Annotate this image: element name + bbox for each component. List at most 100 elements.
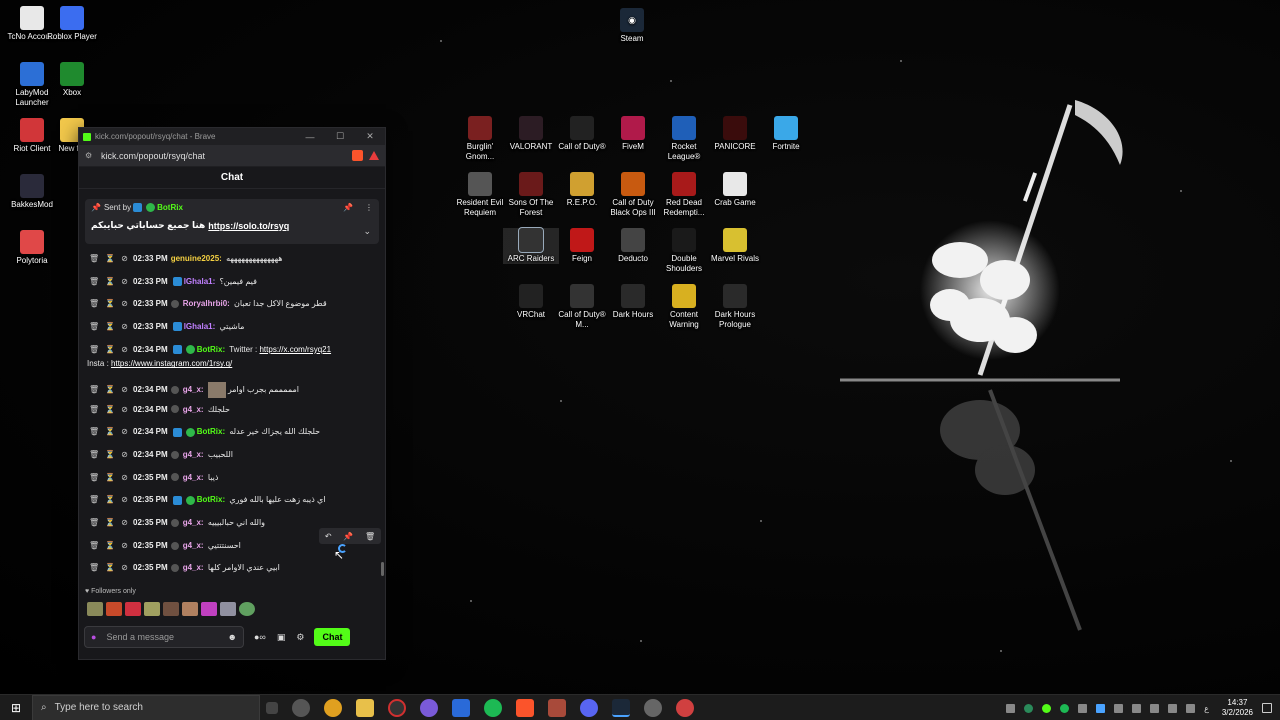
taskbar[interactable]: ⊞ ⌕ Type here to search ع 14:37 3/2/2026 (0, 694, 1280, 720)
moderation-icons[interactable]: 🗑⏳⊘ (89, 518, 133, 527)
message-username[interactable]: g4_x: (183, 563, 204, 572)
app-icon[interactable] (548, 698, 566, 717)
desktop-icon[interactable]: Content Warning (656, 284, 712, 330)
chat-message[interactable]: 🗑⏳⊘02:33 PM Roryalhrbi0: قطر موضوع الاكل … (89, 299, 379, 308)
chat-message[interactable]: 🗑⏳⊘02:34 PM g4_x: اللحبيب (89, 450, 379, 459)
desktop-icon[interactable]: VALORANT (503, 116, 559, 152)
windows-start-icon[interactable]: ⊞ (0, 701, 32, 715)
app-icon[interactable] (420, 698, 438, 717)
moderation-icons[interactable]: 🗑⏳⊘ (89, 563, 133, 572)
send-chat-button[interactable]: Chat (314, 628, 351, 646)
steam-helper-icon[interactable] (292, 698, 310, 717)
browser-window[interactable]: kick.com/popout/rsyq/chat - Brave — ☐ ✕ … (78, 127, 386, 660)
tray-icon[interactable] (1096, 703, 1106, 713)
desktop-icon[interactable]: Sons Of The Forest (503, 172, 559, 218)
reply-icon[interactable]: ↶ (325, 532, 332, 541)
message-username[interactable]: genuine2025: (171, 254, 222, 263)
message-username[interactable]: g4_x: (183, 541, 204, 550)
moderation-icons[interactable]: 🗑⏳⊘ (89, 254, 133, 263)
task-view-icon[interactable] (266, 701, 278, 714)
microphone-tray-icon[interactable] (1078, 703, 1088, 713)
desktop-icon[interactable]: Deducto (605, 228, 661, 264)
message-username[interactable]: BotRix: (197, 345, 225, 354)
url-text[interactable]: kick.com/popout/rsyq/chat (101, 151, 348, 161)
settings-gear-icon[interactable]: ⚙ (296, 632, 304, 643)
desktop-icon-steam[interactable]: ◉ Steam (604, 8, 660, 44)
tray-icon[interactable] (1024, 703, 1034, 713)
more-options-icon[interactable]: ⋮ (365, 203, 373, 212)
obs-icon[interactable] (388, 698, 406, 717)
moderation-icons[interactable]: 🗑⏳⊘ (89, 427, 133, 436)
desktop-icon[interactable]: Red Dead Redempti... (656, 172, 712, 218)
moderation-icons[interactable]: 🗑⏳⊘ (89, 277, 133, 286)
message-username[interactable]: BotRix: (197, 427, 225, 436)
message-username[interactable]: g4_x: (183, 518, 204, 527)
brave-icon[interactable] (516, 698, 534, 717)
emoji-icon[interactable]: ☻ (228, 632, 237, 642)
desktop-icon[interactable]: BakkesMod (4, 174, 60, 210)
desktop-icon[interactable]: Rocket League® (656, 116, 712, 162)
message-username[interactable]: g4_x: (183, 473, 204, 482)
chat-messages[interactable]: 🗑⏳⊘02:33 PM genuine2025: ههههههههههههههه 🗑… (79, 254, 385, 574)
language-indicator[interactable]: ع (1204, 704, 1209, 713)
desktop-icon[interactable]: PANICORE (707, 116, 763, 152)
moderation-icons[interactable]: 🗑⏳⊘ (89, 495, 133, 504)
message-placeholder[interactable]: Send a message (106, 632, 227, 642)
app-icon[interactable] (452, 698, 470, 717)
chat-message[interactable]: 🗑⏳⊘02:34 PM BotRix: حلجلك الله يجزاك خير … (89, 427, 379, 437)
message-username[interactable]: Roryalhrbi0: (183, 299, 230, 308)
desktop-icon[interactable]: Fortnite (758, 116, 814, 152)
clock[interactable]: 14:37 3/2/2026 (1222, 698, 1253, 718)
chat-message[interactable]: 🗑⏳⊘02:35 PM g4_x: والله اني حبالبيييه (89, 518, 379, 527)
moderation-icons[interactable]: 🗑⏳⊘ (89, 473, 133, 482)
message-username[interactable]: g4_x: (183, 450, 204, 459)
microphone-icon[interactable]: ● (91, 632, 96, 642)
message-username[interactable]: g4_x: (183, 405, 204, 414)
moderation-icons[interactable]: 🗑⏳⊘ (89, 450, 133, 459)
chat-message[interactable]: 🗑⏳⊘02:35 PM g4_x: ذيبا (89, 473, 379, 482)
emote[interactable] (239, 602, 255, 616)
network-icon[interactable] (1132, 703, 1142, 713)
pinned-link[interactable]: https://solo.to/rsyq (208, 221, 289, 231)
desktop-icon[interactable]: Double Shoulders (656, 228, 712, 274)
desktop-icon[interactable]: Burglin' Gnom... (452, 116, 508, 162)
tray-icon[interactable] (1042, 703, 1052, 713)
chat-message[interactable]: 🗑⏳⊘02:33 PM lGhala1: ماشيتي (89, 322, 379, 332)
notifications-icon[interactable] (1262, 703, 1272, 713)
moderation-icons[interactable]: 🗑⏳⊘ (89, 541, 133, 550)
moderation-icons[interactable]: 🗑⏳⊘ (89, 345, 133, 354)
chat-message[interactable]: 🗑⏳⊘02:35 PM BotRix: اي ذيبه زهت عليها بال… (89, 495, 379, 505)
message-username[interactable]: lGhala1: (184, 277, 216, 286)
chat-message[interactable]: 🗑⏳⊘02:35 PM g4_x: ابيي عندي الاوامر كلها (89, 563, 379, 572)
pinned-message[interactable]: 📌 Sent by BotRix 📌 ⋮ هنا جميع حساباتي حب… (85, 199, 379, 244)
message-username[interactable]: BotRix: (197, 495, 225, 504)
desktop-icon[interactable]: ARC Raiders (503, 227, 559, 264)
chevron-down-icon[interactable]: ⌄ (363, 226, 371, 237)
delete-icon[interactable]: 🗑 (365, 532, 375, 541)
taskbar-search[interactable]: ⌕ Type here to search (32, 694, 260, 720)
desktop-icon[interactable]: Dark Hours (605, 284, 661, 320)
emote[interactable] (163, 602, 179, 616)
emote[interactable] (87, 602, 103, 616)
emote[interactable] (106, 602, 122, 616)
taskbar-apps[interactable] (266, 698, 694, 717)
message-composer[interactable]: ● Send a message ☻ ●∞ ▣ ⚙ Chat (84, 626, 379, 648)
desktop-icon[interactable]: FiveM (605, 116, 661, 152)
moderation-icons[interactable]: 🗑⏳⊘ (89, 405, 133, 414)
kick-points-icon[interactable]: ●∞ (254, 632, 266, 642)
site-info-icon[interactable]: ⚙ (85, 151, 95, 160)
brave-rewards-icon[interactable] (369, 151, 379, 160)
desktop-icon[interactable]: Crab Game (707, 172, 763, 208)
chat-message[interactable]: 🗑⏳⊘02:34 PM g4_x: امممممم بجرب اوامر (89, 381, 379, 398)
desktop-icon[interactable]: R.E.P.O. (554, 172, 610, 208)
chat-message[interactable]: 🗑⏳⊘02:34 PM g4_x: حلجلك (89, 405, 379, 414)
emote[interactable] (125, 602, 141, 616)
desktop-icon[interactable]: Resident Evil Requiem (452, 172, 508, 218)
gift-icon[interactable]: ▣ (277, 632, 286, 643)
search-placeholder[interactable]: Type here to search (55, 702, 143, 713)
chrome-icon[interactable] (324, 698, 342, 717)
emote[interactable] (182, 602, 198, 616)
desktop-icon[interactable]: Call of Duty® (554, 116, 610, 152)
emote[interactable] (144, 602, 160, 616)
app-icon[interactable] (676, 698, 694, 717)
